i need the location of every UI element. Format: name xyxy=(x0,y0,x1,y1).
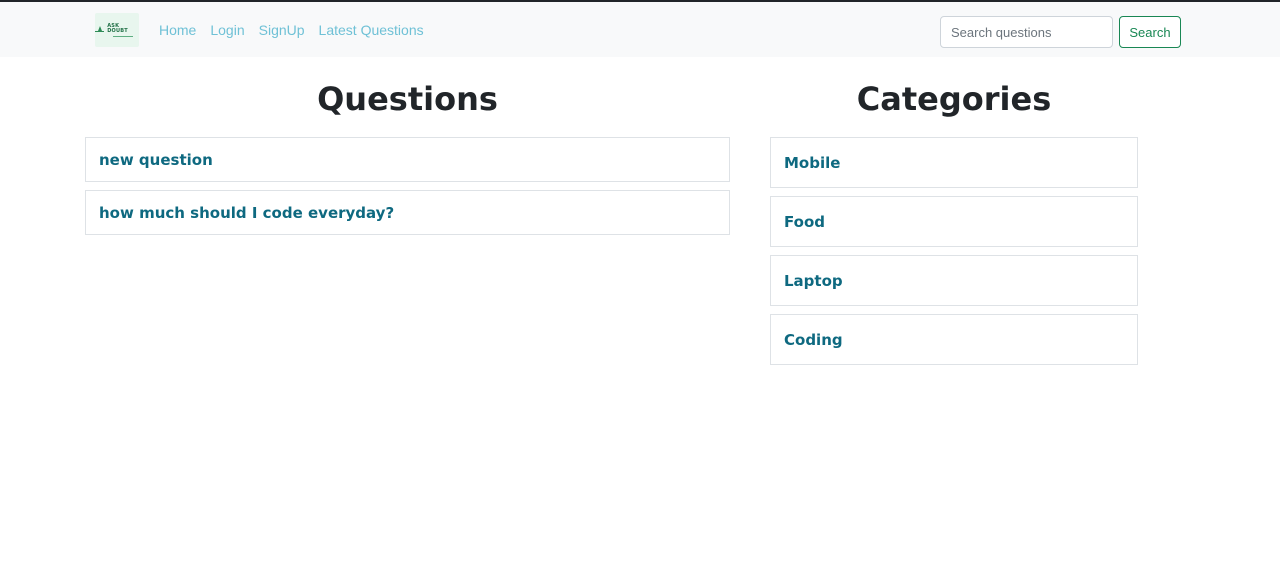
question-link[interactable]: new question xyxy=(99,151,213,169)
logo-wordmark: ASK DOUBT xyxy=(107,22,139,37)
search-button[interactable]: Search xyxy=(1119,16,1181,48)
question-item[interactable]: how much should I code everyday? xyxy=(85,190,730,235)
questions-heading: Questions xyxy=(317,80,498,118)
logo-text: ASK DOUBT xyxy=(107,22,128,34)
category-item-mobile[interactable]: Mobile xyxy=(770,137,1138,188)
category-link[interactable]: Coding xyxy=(784,331,843,349)
category-item-food[interactable]: Food xyxy=(770,196,1138,247)
category-link[interactable]: Food xyxy=(784,213,825,231)
search-input[interactable] xyxy=(940,16,1113,48)
nav-link-signup[interactable]: SignUp xyxy=(259,22,305,38)
nav-links: Home Login SignUp Latest Questions xyxy=(159,2,438,57)
question-item[interactable]: new question xyxy=(85,137,730,182)
category-link[interactable]: Laptop xyxy=(784,272,843,290)
nav-link-home[interactable]: Home xyxy=(159,22,196,38)
logo-mark-icon xyxy=(95,26,105,34)
category-link[interactable]: Mobile xyxy=(784,154,840,172)
question-link[interactable]: how much should I code everyday? xyxy=(99,204,394,222)
categories-heading: Categories xyxy=(856,80,1052,118)
logo-underline xyxy=(113,35,134,37)
category-item-coding[interactable]: Coding xyxy=(770,314,1138,365)
category-item-laptop[interactable]: Laptop xyxy=(770,255,1138,306)
navbar: ASK DOUBT Home Login SignUp Latest Quest… xyxy=(0,2,1280,57)
nav-link-latest-questions[interactable]: Latest Questions xyxy=(319,22,424,38)
brand-logo[interactable]: ASK DOUBT xyxy=(95,13,139,47)
nav-link-login[interactable]: Login xyxy=(210,22,244,38)
